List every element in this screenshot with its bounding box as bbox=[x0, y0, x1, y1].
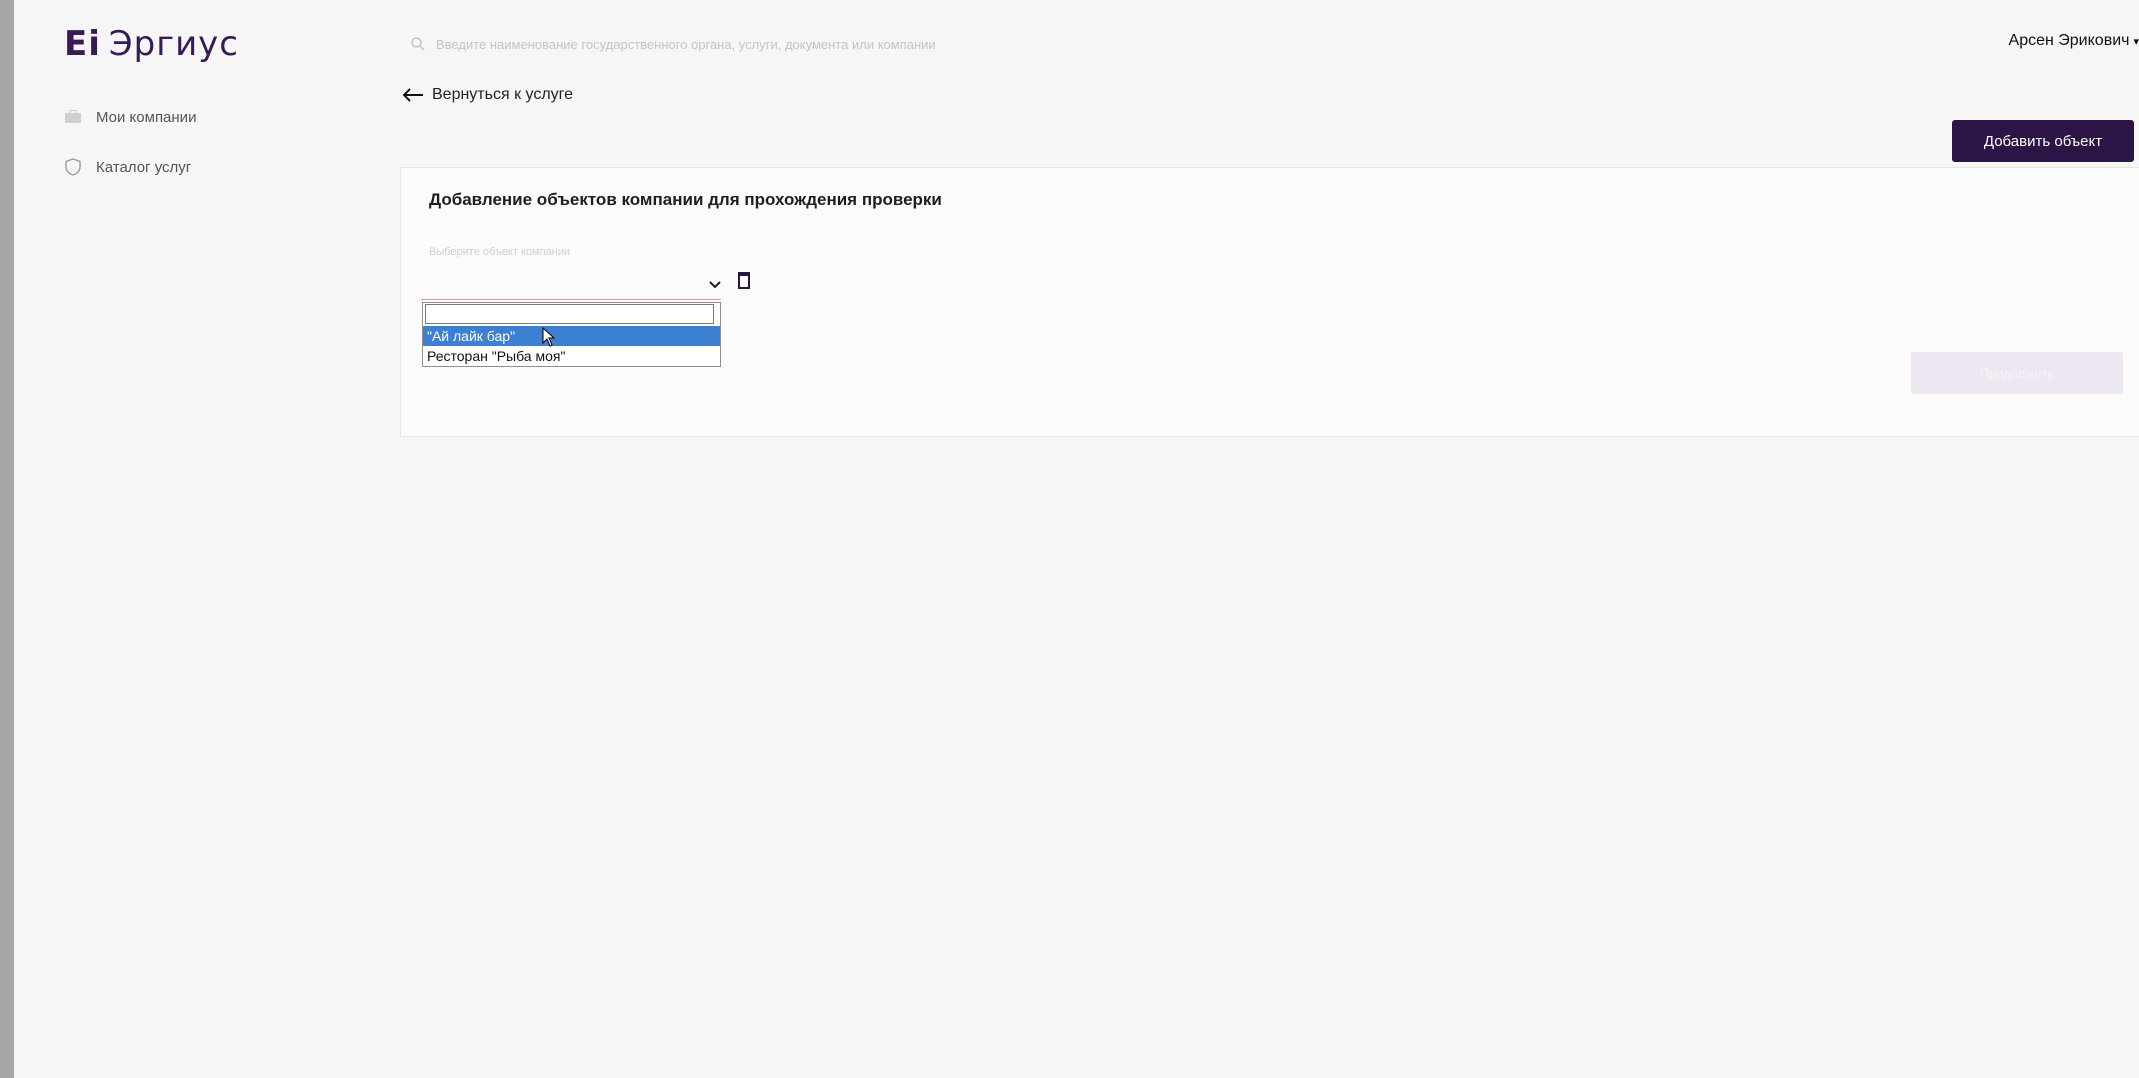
logo-mark: Ei bbox=[64, 24, 101, 64]
sidebar-item-service-catalog[interactable]: Каталог услуг bbox=[64, 150, 364, 184]
select-underline bbox=[421, 299, 721, 300]
dropdown-option[interactable]: Ресторан "Рыба моя" bbox=[423, 346, 720, 366]
briefcase-icon bbox=[65, 110, 81, 123]
card-title: Добавление объектов компании для прохожд… bbox=[429, 190, 942, 209]
sidebar-item-label: Каталог услуг bbox=[96, 158, 192, 176]
back-link[interactable]: Вернуться к услуге bbox=[402, 86, 573, 104]
user-menu[interactable]: Арсен Эрикович ▾ bbox=[2009, 32, 2139, 50]
search-input[interactable] bbox=[434, 35, 1298, 53]
logo-text: Эргиус bbox=[108, 24, 239, 64]
chevron-down-icon: ▾ bbox=[2133, 35, 2139, 48]
user-name: Арсен Эрикович bbox=[2008, 32, 2130, 49]
arrow-left-icon bbox=[402, 88, 423, 102]
shield-icon bbox=[65, 158, 81, 176]
window-edge bbox=[0, 0, 14, 1078]
object-dropdown-list: "Ай лайк бар" Ресторан "Рыба моя" bbox=[422, 302, 721, 367]
object-select-label: Выберите объект компании bbox=[429, 246, 571, 258]
search-icon bbox=[411, 37, 425, 51]
sidebar: Мои компании Каталог услуг bbox=[64, 100, 364, 200]
trash-icon[interactable] bbox=[737, 271, 751, 289]
dropdown-option[interactable]: "Ай лайк бар" bbox=[423, 326, 720, 346]
add-objects-card: Добавление объектов компании для прохожд… bbox=[400, 167, 2139, 437]
app-logo[interactable]: Ei Эргиус bbox=[64, 24, 239, 64]
chevron-down-icon[interactable] bbox=[709, 281, 721, 289]
global-search[interactable] bbox=[410, 30, 1310, 58]
object-select[interactable] bbox=[421, 273, 721, 300]
back-link-label: Вернуться к услуге bbox=[432, 86, 574, 103]
sidebar-item-label: Мои компании bbox=[96, 108, 197, 126]
dropdown-search-input[interactable] bbox=[425, 304, 714, 324]
add-object-button[interactable]: Добавить объект bbox=[1952, 120, 2134, 162]
continue-button[interactable]: Продолжить bbox=[1911, 352, 2123, 394]
mouse-cursor-icon bbox=[542, 327, 556, 347]
sidebar-item-my-companies[interactable]: Мои компании bbox=[64, 100, 364, 134]
